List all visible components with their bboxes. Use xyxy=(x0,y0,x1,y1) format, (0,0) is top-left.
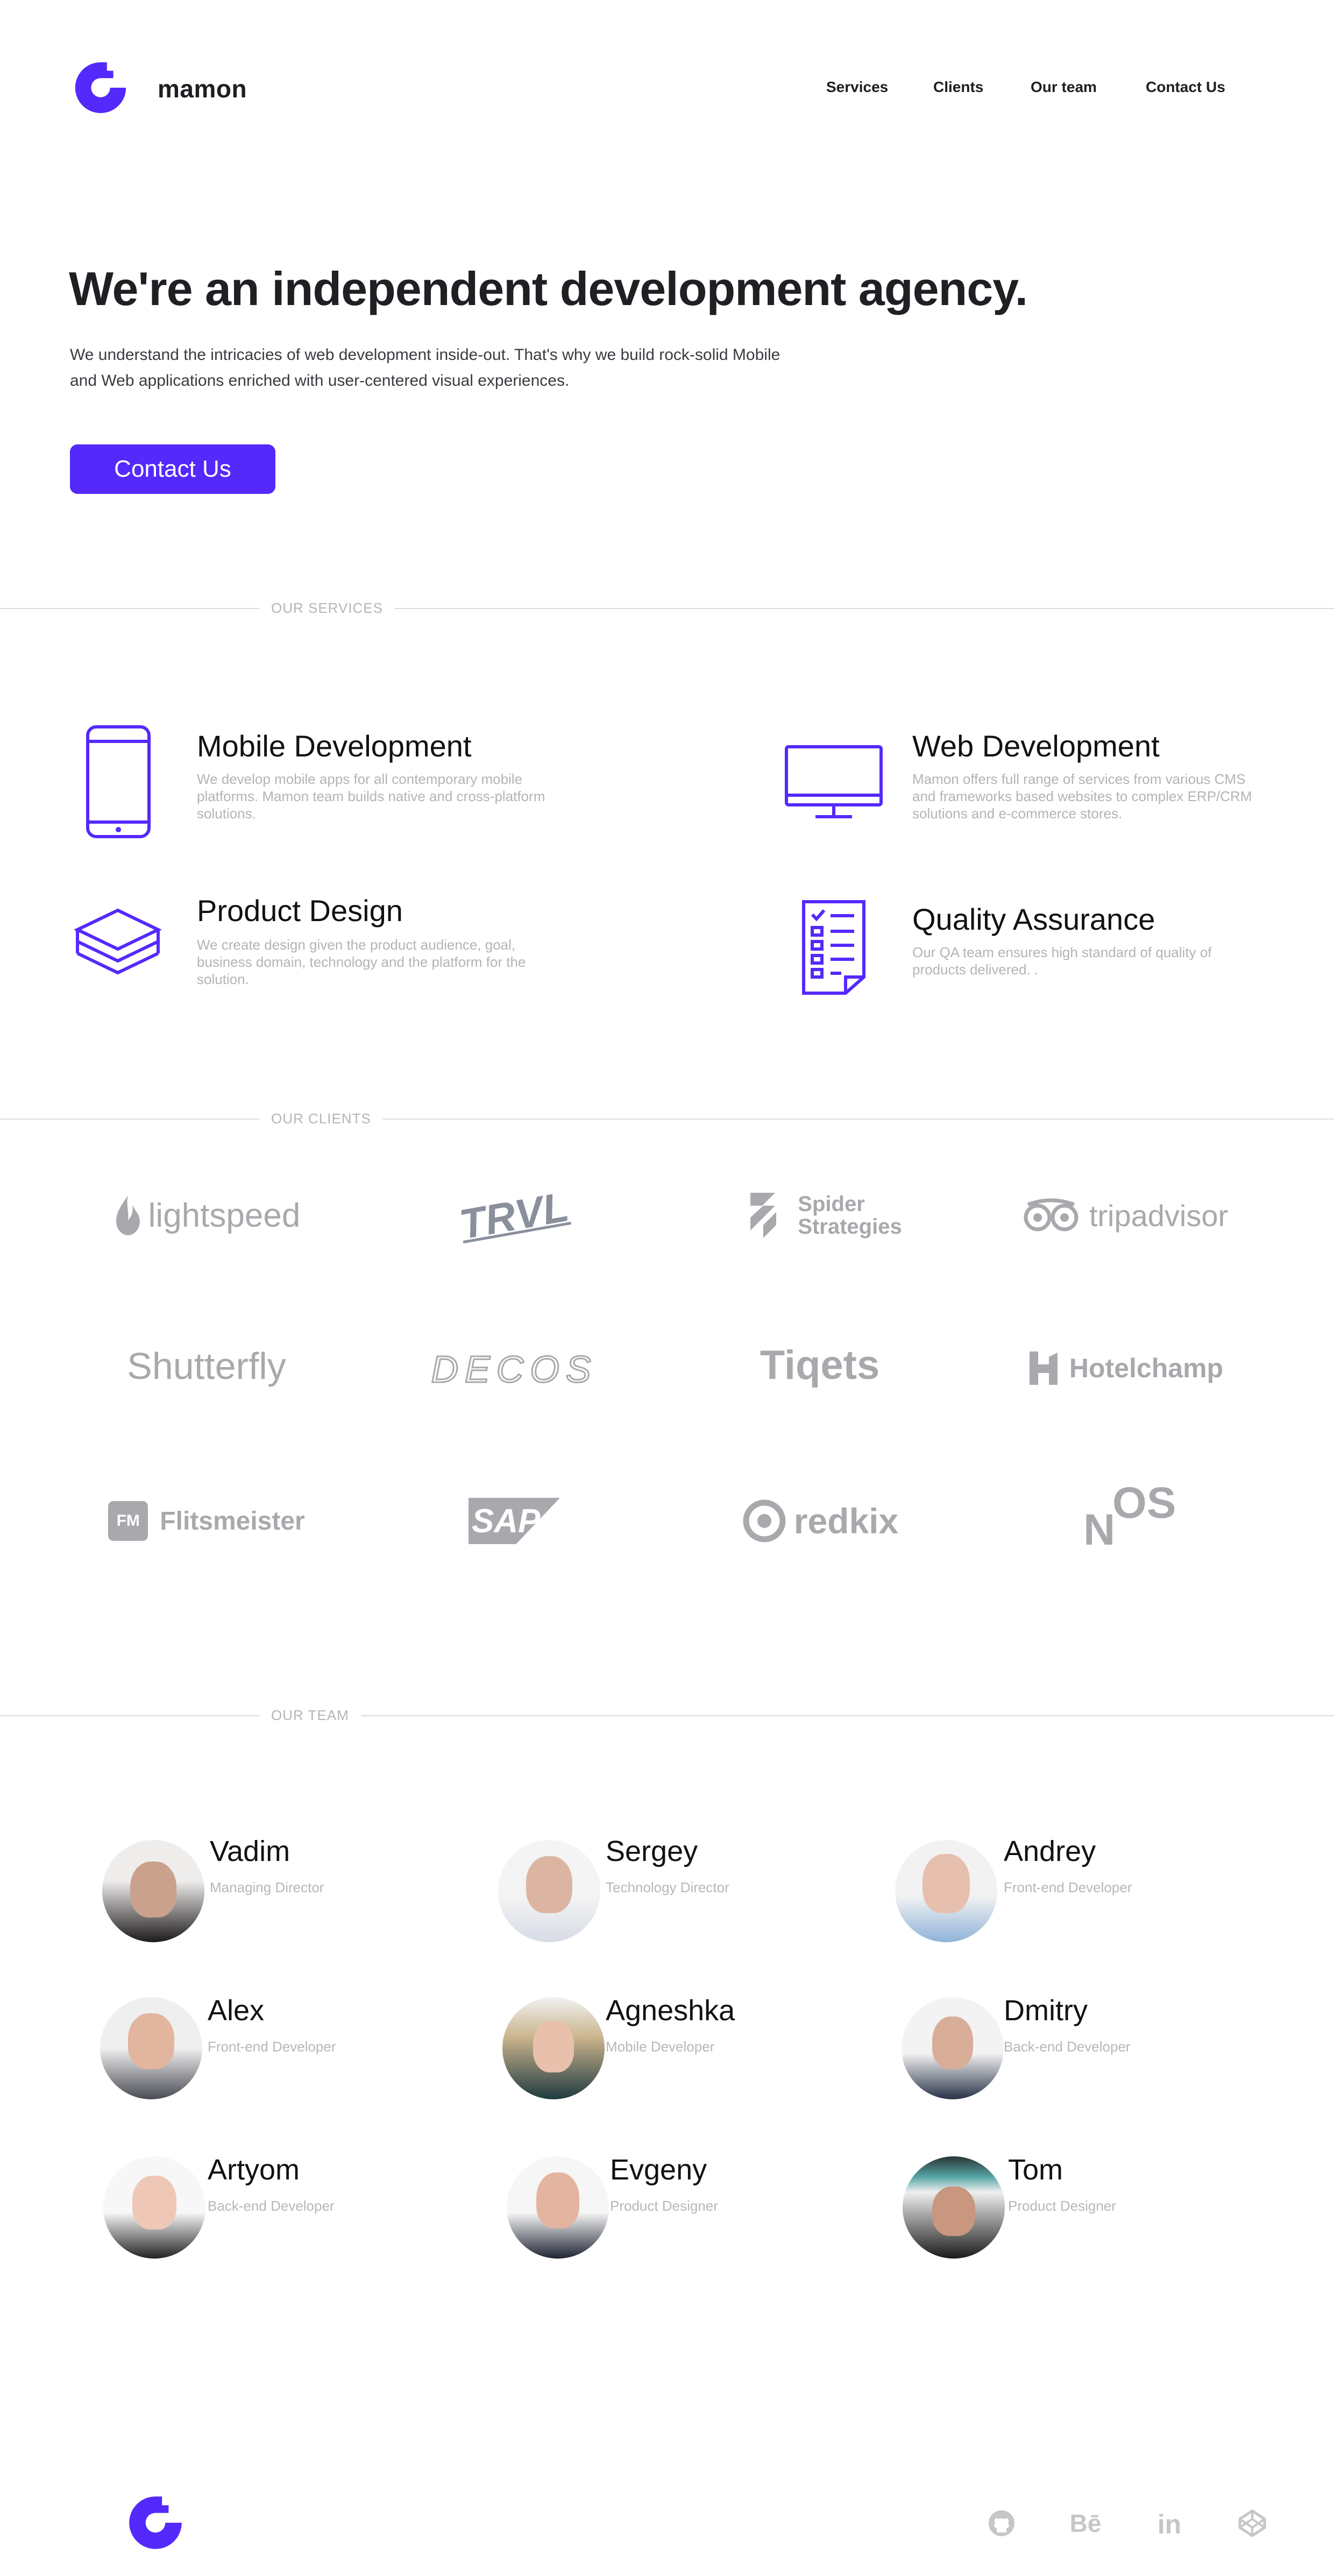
member-name-artyom: Artyom xyxy=(208,2154,300,2186)
member-name-dmitry: Dmitry xyxy=(1004,1994,1088,2027)
client-name-trvl: TRVL xyxy=(456,1182,572,1248)
team-section-label: OUR TEAM xyxy=(259,1707,361,1724)
member-role-dmitry: Back-end Developer xyxy=(1004,2039,1131,2055)
footer-logo-icon[interactable] xyxy=(123,2490,188,2556)
client-name-tripadvisor: tripadvisor xyxy=(1089,1198,1229,1233)
avatar-sergey xyxy=(498,1840,600,1942)
monitor-icon xyxy=(785,745,883,818)
member-name-tom: Tom xyxy=(1008,2154,1063,2186)
client-name-sap: SAP xyxy=(472,1502,541,1540)
service-title-product-design: Product Design xyxy=(197,894,403,928)
service-desc-web: Mamon offers full range of services from… xyxy=(912,771,1252,822)
nav-contact-us[interactable]: Contact Us xyxy=(1146,79,1225,96)
client-name-nos-os: OS xyxy=(1112,1478,1176,1527)
owl-icon xyxy=(1024,1198,1078,1232)
service-desc-mobile: We develop mobile apps for all contempor… xyxy=(197,771,545,822)
member-role-sergey: Technology Director xyxy=(606,1879,729,1895)
behance-icon[interactable]: Bē xyxy=(1069,2507,1102,2539)
brand-name[interactable]: mamon xyxy=(158,74,247,103)
hero-description-line-1: We understand the intricacies of web dev… xyxy=(70,346,780,364)
layers-icon xyxy=(74,908,161,975)
nav-services[interactable]: Services xyxy=(826,79,888,96)
client-name-lightspeed: lightspeed xyxy=(148,1197,301,1234)
avatar-dmitry xyxy=(902,1997,1004,2099)
client-name-flitsmeister: Flitsmeister xyxy=(160,1506,305,1535)
avatar-agneshka xyxy=(502,1997,605,2099)
member-role-artyom: Back-end Developer xyxy=(208,2198,335,2214)
spider-strategies-mark-icon xyxy=(750,1193,777,1238)
clients-section-label: OUR CLIENTS xyxy=(259,1110,383,1127)
flame-icon xyxy=(116,1195,140,1235)
flitsmeister-badge: FM xyxy=(108,1501,148,1541)
nav-our-team[interactable]: Our team xyxy=(1031,79,1097,96)
member-role-agneshka: Mobile Developer xyxy=(606,2039,715,2055)
client-logo-shutterfly: Shutterfly xyxy=(67,1326,346,1406)
services-section-label: OUR SERVICES xyxy=(259,600,395,617)
member-role-alex: Front-end Developer xyxy=(208,2039,336,2055)
avatar-andrey xyxy=(895,1840,997,1942)
client-name-spider: Spider xyxy=(798,1192,865,1216)
linkedin-icon[interactable]: in xyxy=(1153,2508,1186,2540)
contact-us-button[interactable]: Contact Us xyxy=(70,444,275,494)
member-name-agneshka: Agneshka xyxy=(606,1994,735,2027)
member-name-vadim: Vadim xyxy=(210,1835,290,1867)
member-role-vadim: Managing Director xyxy=(210,1879,324,1895)
client-name-hotelchamp: Hotelchamp xyxy=(1069,1353,1224,1383)
client-logo-lightspeed: lightspeed xyxy=(67,1175,346,1256)
avatar-tom xyxy=(903,2156,1005,2259)
service-title-qa: Quality Assurance xyxy=(912,902,1155,936)
service-desc-qa: Our QA team ensures high standard of qua… xyxy=(912,944,1212,978)
client-name-shutterfly: Shutterfly xyxy=(127,1345,286,1387)
mamon-logo-icon[interactable] xyxy=(69,56,132,119)
github-icon[interactable] xyxy=(985,2507,1018,2539)
client-logo-tiqets: Tiqets xyxy=(680,1325,960,1405)
avatar-evgeny xyxy=(507,2156,609,2259)
hero-description: We understand the intricacies of web dev… xyxy=(70,342,871,394)
member-role-andrey: Front-end Developer xyxy=(1004,1879,1132,1895)
nav-clients[interactable]: Clients xyxy=(933,79,983,96)
hotelchamp-mark-icon xyxy=(1029,1351,1058,1385)
member-name-sergey: Sergey xyxy=(606,1835,698,1867)
client-logo-spider-strategies: Spider Strategies xyxy=(680,1175,960,1256)
client-name-tiqets: Tiqets xyxy=(760,1342,880,1388)
client-logo-nos: N OS xyxy=(985,1474,1265,1555)
client-logo-redkix: redkix xyxy=(680,1481,960,1561)
codepen-icon[interactable] xyxy=(1236,2507,1268,2539)
client-logo-flitsmeister: FM Flitsmeister xyxy=(67,1481,346,1561)
redkix-mark-icon xyxy=(743,1499,786,1542)
member-name-andrey: Andrey xyxy=(1004,1835,1096,1867)
client-logo-hotelchamp: Hotelchamp xyxy=(985,1328,1265,1409)
client-logo-sap: SAP xyxy=(374,1481,654,1561)
team-divider xyxy=(0,1715,1334,1716)
member-name-alex: Alex xyxy=(208,1994,265,2027)
avatar-vadim xyxy=(102,1840,204,1942)
member-name-evgeny: Evgeny xyxy=(610,2154,707,2186)
client-name-redkix: redkix xyxy=(793,1501,899,1541)
hero-title: We're an independent development agency. xyxy=(69,262,1028,315)
services-divider xyxy=(0,608,1334,609)
client-name-decos: DECOS xyxy=(430,1348,598,1391)
service-desc-product-design: We create design given the product audie… xyxy=(197,937,526,987)
client-logo-decos: DECOS xyxy=(374,1329,654,1410)
member-role-tom: Product Designer xyxy=(1008,2198,1116,2214)
avatar-artyom xyxy=(103,2156,205,2259)
clients-divider xyxy=(0,1119,1334,1120)
avatar-alex xyxy=(100,1997,202,2099)
client-logo-trvl: TRVL xyxy=(374,1175,654,1256)
checklist-icon xyxy=(802,900,865,995)
client-logo-tripadvisor: tripadvisor xyxy=(985,1175,1265,1256)
service-title-mobile: Mobile Development xyxy=(197,729,472,763)
hero-description-line-2: and Web applications enriched with user-… xyxy=(70,372,570,390)
client-name-nos-n: N xyxy=(1083,1505,1116,1554)
smartphone-icon xyxy=(86,725,151,838)
client-name-strategies: Strategies xyxy=(798,1215,902,1239)
member-role-evgeny: Product Designer xyxy=(610,2198,718,2214)
service-title-web: Web Development xyxy=(912,729,1160,763)
